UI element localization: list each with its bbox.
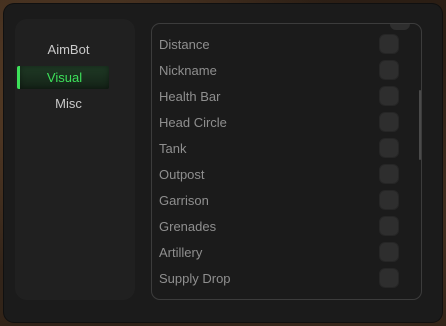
- option-label: Supply Drop: [159, 270, 231, 286]
- option-row: Tank: [159, 137, 399, 159]
- garrison-toggle[interactable]: [379, 190, 399, 210]
- sidebar-item-visual[interactable]: Visual: [17, 66, 109, 89]
- option-row: Grenades: [159, 215, 399, 237]
- option-label: Head Circle: [159, 114, 227, 130]
- option-label: Grenades: [159, 218, 217, 234]
- sidebar: [15, 19, 135, 300]
- option-label: Garrison: [159, 192, 209, 208]
- option-label: Artillery: [159, 244, 203, 260]
- toggle-partial: [390, 24, 410, 30]
- option-label: Tank: [159, 140, 187, 156]
- option-row: Artillery: [159, 241, 399, 263]
- nickname-toggle[interactable]: [379, 60, 399, 80]
- option-row: Head Circle: [159, 111, 399, 133]
- sidebar-item-aimbot[interactable]: AimBot: [17, 38, 120, 61]
- artillery-toggle[interactable]: [379, 242, 399, 262]
- health-bar-toggle[interactable]: [379, 86, 399, 106]
- grenades-toggle[interactable]: [379, 216, 399, 236]
- option-label: Outpost: [159, 166, 205, 182]
- head-circle-toggle[interactable]: [379, 112, 399, 132]
- sidebar-item-misc[interactable]: Misc: [17, 92, 120, 115]
- option-row: Nickname: [159, 59, 399, 81]
- panel-scrollbar[interactable]: [419, 90, 421, 160]
- outpost-toggle[interactable]: [379, 164, 399, 184]
- option-label: Nickname: [159, 62, 217, 78]
- option-label: Distance: [159, 36, 210, 52]
- option-row: Garrison: [159, 189, 399, 211]
- option-row: Health Bar: [159, 85, 399, 107]
- distance-toggle[interactable]: [379, 34, 399, 54]
- option-row: Supply Drop: [159, 267, 399, 289]
- option-row: Distance: [159, 33, 399, 55]
- tank-toggle[interactable]: [379, 138, 399, 158]
- option-label: Health Bar: [159, 88, 221, 104]
- option-row: Outpost: [159, 163, 399, 185]
- visual-options-panel: Distance Nickname Health Bar Head Circle…: [151, 23, 422, 300]
- supply-drop-toggle[interactable]: [379, 268, 399, 288]
